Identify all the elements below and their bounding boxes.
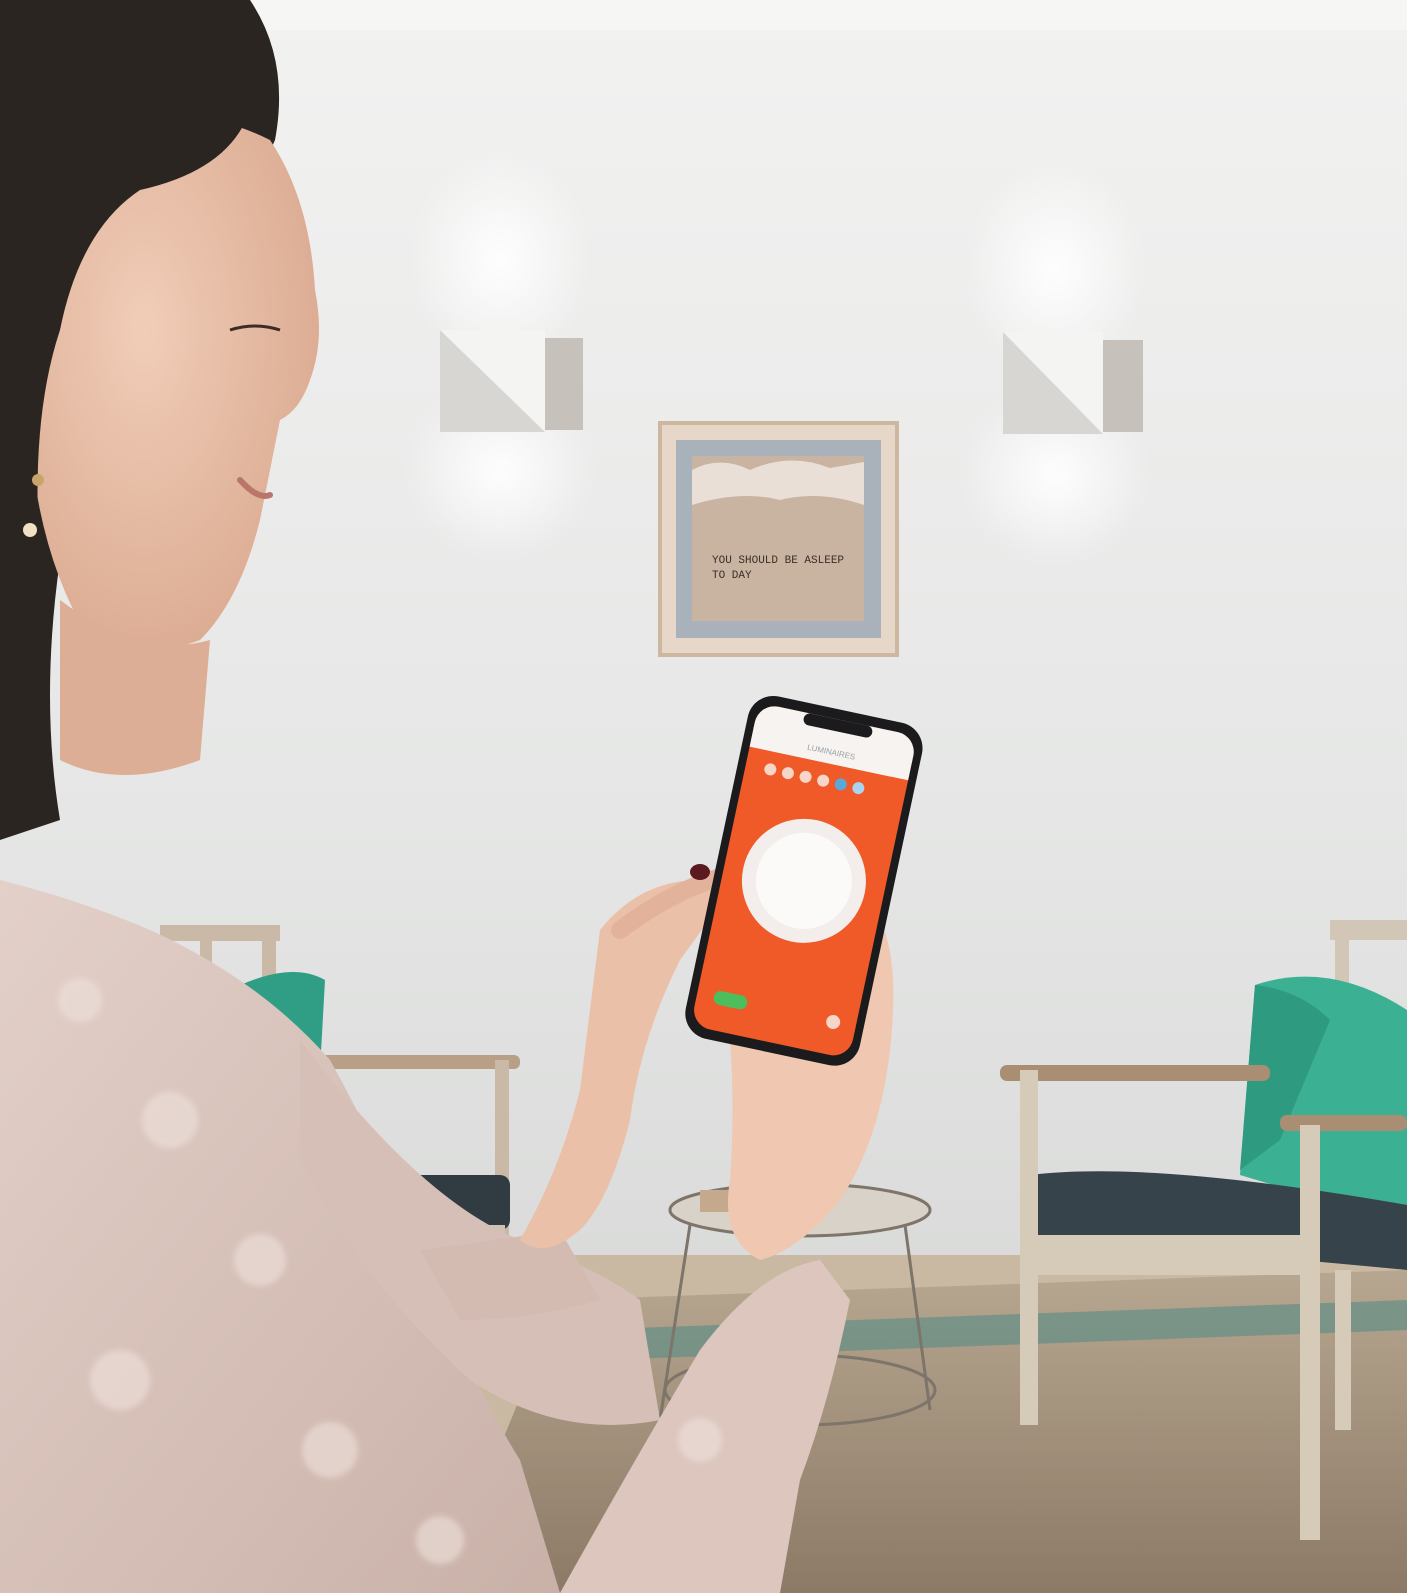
- framed-artwork: YOU SHOULD BE ASLEEP TO DAY: [658, 421, 899, 657]
- artwork-text-line1: YOU SHOULD BE ASLEEP: [712, 555, 844, 567]
- scene-illustration: YOU SHOULD BE ASLEEP TO DAY LUMINAIRES: [0, 0, 1407, 1593]
- photo-scene: YOU SHOULD BE ASLEEP TO DAY LUMINAIRES: [0, 0, 1407, 1593]
- artwork-text-line2: TO DAY: [712, 570, 752, 582]
- wall-sconce-icon: [440, 330, 583, 432]
- wall-sconce-icon: [1003, 332, 1143, 434]
